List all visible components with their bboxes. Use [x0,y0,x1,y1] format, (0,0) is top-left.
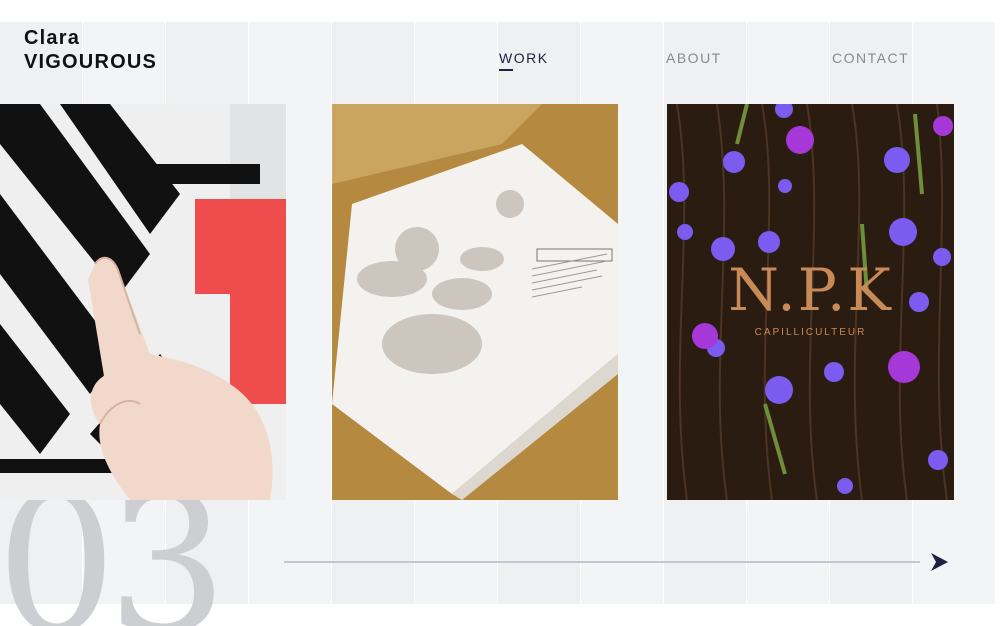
slider-progress-track[interactable] [284,561,920,563]
project-card-npk-poster[interactable]: N.P.K CAPILLICULTEUR [667,104,954,500]
brand-first-name: Clara [24,27,81,49]
next-arrow-button[interactable] [928,551,950,573]
nav-work[interactable]: WORK [499,50,549,71]
nav-contact[interactable]: CONTACT [832,50,909,66]
main-nav: WORK ABOUT CONTACT [0,50,1000,80]
project-card-graphic-wall[interactable] [0,104,286,500]
npk-subtitle: CAPILLICULTEUR [754,327,867,338]
project-card-herbarium-book[interactable] [332,104,618,500]
herbarium-book-image [332,104,618,500]
arrow-right-icon [931,553,948,571]
nav-about[interactable]: ABOUT [666,50,722,66]
graphic-wall-image [0,104,286,500]
npk-title: N.P.K [728,256,893,324]
